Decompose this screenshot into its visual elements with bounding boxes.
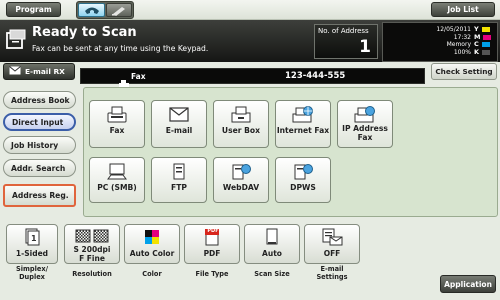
fax-mode-tab[interactable] (78, 3, 105, 17)
file-type-caption: File Type (195, 270, 229, 278)
fax-icon (107, 106, 127, 123)
fax-label: Fax (109, 126, 125, 135)
email-tile[interactable]: E-mail (151, 100, 207, 148)
fax-tile[interactable]: Fax (89, 100, 145, 148)
date-text: 12/05/2011 (436, 26, 471, 33)
sidebar-item-address-reg[interactable]: Address Reg. (3, 184, 76, 207)
ftp-icon (172, 163, 186, 180)
resolution-setting[interactable]: S 200dpi F Fine (64, 224, 120, 264)
toner-levels: Y M C K (474, 25, 494, 57)
email-settings-icon (321, 228, 343, 246)
destination-number: 123-444-555 (285, 71, 346, 81)
ftp-label: FTP (171, 183, 187, 192)
color-setting[interactable]: Auto Color (124, 224, 180, 264)
webdav-label: WebDAV (222, 183, 260, 192)
user-box-icon (231, 106, 251, 123)
check-setting-button[interactable]: Check Setting (431, 63, 497, 80)
program-button[interactable]: Program (6, 2, 61, 17)
email-settings-value: OFF (323, 249, 341, 258)
scan-size-setting[interactable]: Auto (244, 224, 300, 264)
sidebar-item-direct-input[interactable]: Direct Input (3, 113, 76, 131)
internet-fax-label: Internet Fax (276, 126, 330, 135)
webdav-tile[interactable]: WebDAV (213, 157, 269, 203)
destination-type: Fax (131, 72, 146, 81)
email-rx-button[interactable]: E-mail RX (3, 63, 75, 80)
svg-text:1: 1 (31, 234, 37, 243)
dpws-icon (292, 163, 314, 180)
application-button[interactable]: Application (440, 275, 496, 293)
internet-fax-icon (292, 106, 314, 123)
internet-fax-tile[interactable]: Internet Fax (275, 100, 331, 148)
memory-label: Memory (446, 41, 471, 48)
color-caption: Color (142, 270, 162, 278)
pc-icon (107, 163, 127, 180)
scanner-icon (5, 29, 27, 51)
destination-bar: Fax 123-444-555 (80, 68, 425, 88)
email-icon (169, 106, 189, 123)
color-value: Auto Color (129, 249, 175, 258)
email-rx-label: E-mail RX (25, 67, 65, 76)
scan-size-caption: Scan Size (254, 270, 290, 278)
address-count-label: No. of Address (318, 27, 369, 35)
address-count-box: No. of Address 1 (314, 24, 378, 59)
sidebar-item-addr-search[interactable]: Addr. Search (3, 159, 76, 177)
address-count-value: 1 (359, 37, 371, 57)
pdf-badge-text: PDF (207, 228, 219, 234)
sidebar-item-address-book[interactable]: Address Book (3, 91, 76, 109)
job-list-button[interactable]: Job List (431, 2, 495, 17)
webdav-icon (230, 163, 252, 180)
top-strip (0, 0, 500, 20)
user-box-label: User Box (221, 126, 261, 135)
file-type-setting[interactable]: PDF PDF (184, 224, 240, 264)
resolution-icon (75, 228, 109, 244)
color-icon (144, 228, 160, 246)
pc-smb-tile[interactable]: PC (SMB) (89, 157, 145, 203)
resolution-value: S 200dpi F Fine (73, 245, 111, 263)
memory-value: 100% (453, 48, 471, 56)
pen-icon (110, 1, 128, 20)
status-title: Ready to Scan (32, 25, 137, 40)
scan-mode-tab[interactable] (106, 3, 132, 17)
ip-address-fax-label: IP Address Fax (342, 124, 388, 142)
time-text: 17:32 (453, 33, 471, 41)
email-settings-setting[interactable]: OFF (304, 224, 360, 264)
email-label: E-mail (165, 126, 193, 135)
email-settings-caption: E-mail Settings (316, 265, 348, 281)
toner-k: K (474, 48, 494, 57)
scan-size-icon (265, 228, 279, 246)
pc-smb-label: PC (SMB) (97, 183, 137, 192)
simplex-icon: 1 (24, 228, 40, 246)
simplex-value: 1-Sided (15, 249, 49, 258)
resolution-caption: Resolution (72, 270, 112, 278)
envelope-icon (9, 66, 21, 77)
dpws-label: DPWS (290, 183, 316, 192)
device-info-box: 12/05/2011 17:32 Memory 100% Y M C K (382, 22, 498, 62)
file-type-value: PDF (203, 249, 221, 258)
sidebar-item-job-history[interactable]: Job History (3, 136, 76, 154)
scan-size-value: Auto (262, 249, 282, 258)
phone-icon (83, 1, 101, 20)
dpws-tile[interactable]: DPWS (275, 157, 331, 203)
user-box-tile[interactable]: User Box (213, 100, 269, 148)
ftp-tile[interactable]: FTP (151, 157, 207, 203)
simplex-duplex-setting[interactable]: 1 1-Sided (6, 224, 58, 264)
ip-address-fax-icon (354, 106, 376, 123)
status-message: Fax can be sent at any time using the Ke… (32, 44, 209, 53)
simplex-caption: Simplex/ Duplex (16, 265, 48, 281)
ip-address-fax-tile[interactable]: IP Address Fax (337, 100, 393, 148)
